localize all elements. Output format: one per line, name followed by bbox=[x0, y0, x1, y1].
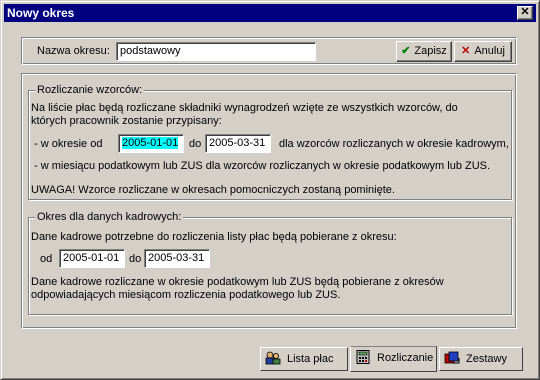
cancel-button[interactable]: ✕ Anuluj bbox=[454, 41, 512, 62]
hr-date-to-field[interactable]: 2005-03-31 bbox=[144, 249, 210, 268]
calculator-icon bbox=[355, 350, 371, 364]
name-input[interactable]: podstawowy bbox=[116, 42, 316, 61]
dialog-window: Nowy okres ✕ Nazwa okresu: podstawowy ✔ Z… bbox=[0, 0, 540, 380]
hr-date-from-field[interactable]: 2005-01-01 bbox=[59, 249, 125, 268]
save-label: Zapisz bbox=[414, 45, 447, 57]
to-label: do bbox=[189, 138, 202, 150]
hr-intro: Dane kadrowe potrzebne do rozliczenia li… bbox=[31, 231, 397, 243]
templates-intro-line2: których pracownik zostanie przypisany: bbox=[31, 115, 222, 127]
tax-line: - w miesiącu podatkowym lub ZUS dla wzor… bbox=[34, 160, 491, 172]
templates-group-title: Rozliczanie wzorców: bbox=[35, 83, 145, 97]
people-icon bbox=[265, 351, 281, 365]
templates-intro-line1: Na liście płac będą rozliczane składniki… bbox=[31, 102, 458, 114]
tab-rozliczanie-label: Rozliczanie bbox=[377, 352, 434, 364]
name-label: Nazwa okresu: bbox=[37, 45, 110, 57]
hr-to-label: do bbox=[129, 253, 142, 265]
period-prefix: - w okresie od bbox=[34, 138, 103, 150]
tab-lista-plac-label: Lista płac bbox=[287, 353, 334, 365]
date-from-field[interactable]: 2005-01-01 bbox=[118, 134, 184, 153]
tab-lista-plac[interactable]: Lista płac bbox=[260, 347, 348, 371]
close-icon: ✕ bbox=[520, 6, 530, 18]
period-suffix: dla wzorców rozliczanych w okresie kadro… bbox=[279, 138, 509, 150]
hr-note-line2: odpowiadających miesiącom rozliczenia po… bbox=[31, 289, 341, 301]
window-title: Nowy okres bbox=[7, 6, 75, 20]
templates-group: Rozliczanie wzorców: Na liście płac będą… bbox=[28, 83, 512, 200]
tab-zestawy-label: Zestawy bbox=[466, 353, 507, 365]
warning-text: UWAGA! Wzorce rozliczane w okresach pomo… bbox=[31, 184, 395, 196]
save-button[interactable]: ✔ Zapisz bbox=[396, 41, 452, 62]
hr-group-title: Okres dla danych kadrowych: bbox=[35, 210, 184, 224]
tab-zestawy[interactable]: Zestawy bbox=[439, 347, 523, 371]
checkmark-icon: ✔ bbox=[401, 45, 411, 57]
cancel-label: Anuluj bbox=[474, 45, 505, 57]
title-bar: Nowy okres ✕ bbox=[4, 4, 536, 22]
header-panel: Nazwa okresu: podstawowy ✔ Zapisz ✕ Anuluj bbox=[21, 37, 517, 65]
date-from-value: 2005-01-01 bbox=[122, 137, 179, 149]
tab-rozliczanie[interactable]: Rozliczanie bbox=[350, 346, 437, 372]
main-panel: Rozliczanie wzorców: Na liście płac będą… bbox=[21, 73, 517, 329]
hr-note-line1: Dane kadrowe rozliczane w okresie podatk… bbox=[31, 276, 444, 288]
date-to-field[interactable]: 2005-03-31 bbox=[205, 134, 271, 153]
cross-icon: ✕ bbox=[461, 45, 471, 57]
close-button[interactable]: ✕ bbox=[517, 6, 533, 20]
hr-from-label: od bbox=[40, 253, 53, 265]
sets-icon bbox=[444, 351, 460, 365]
hr-group: Okres dla danych kadrowych: Dane kadrowe… bbox=[28, 210, 512, 315]
